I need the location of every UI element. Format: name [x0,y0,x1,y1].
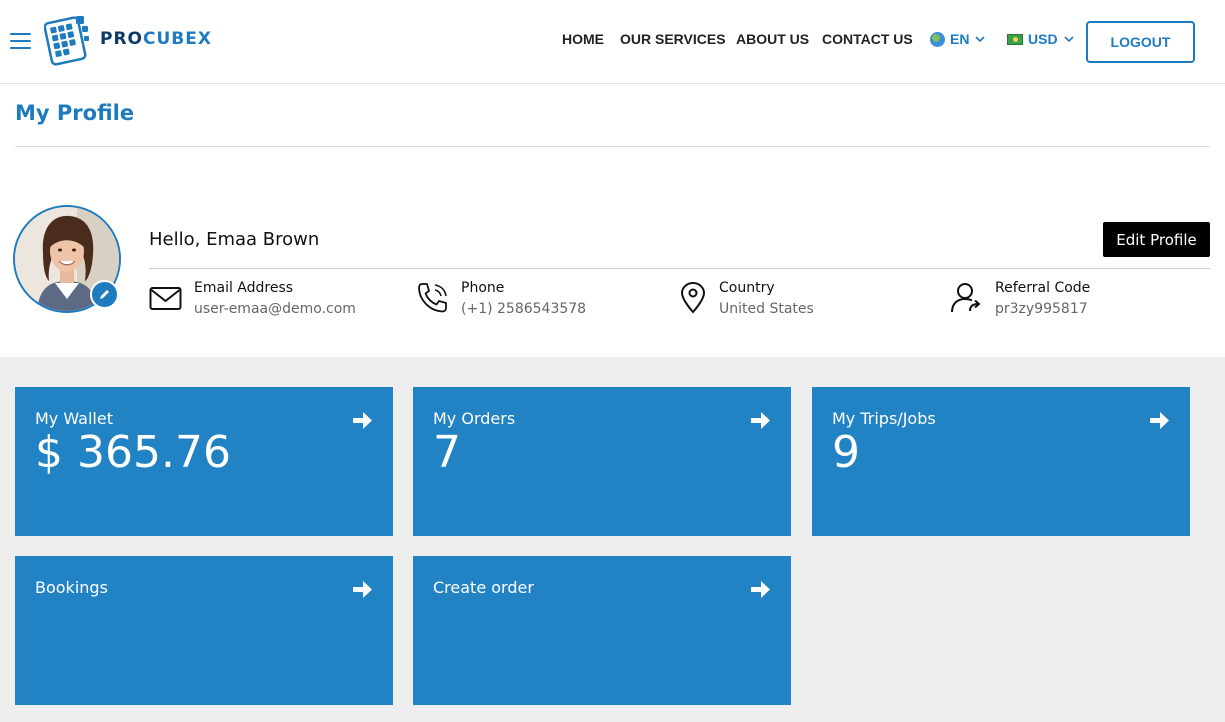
currency-selected: USD [1028,31,1058,47]
logo-cube-icon [44,16,89,66]
arrow-right-icon [751,412,770,429]
nav-about-link[interactable]: ABOUT US [736,31,809,47]
card-title: Create order [433,578,534,597]
profile-greeting: Hello, Emaa Brown [149,229,320,250]
card-value: 7 [433,427,461,478]
arrow-right-icon [353,581,372,598]
nav-home-link[interactable]: HOME [562,31,604,47]
arrow-right-icon [751,581,770,598]
email-value: user-emaa@demo.com [194,301,356,317]
card-title: My Trips/Jobs [832,409,936,428]
currency-dropdown[interactable]: USD [1007,31,1075,47]
title-divider [15,146,1210,147]
card-title: My Wallet [35,409,113,428]
envelope-icon [149,287,182,310]
globe-icon [930,31,945,47]
referral-value: pr3zy995817 [995,301,1088,317]
top-navbar: PROCUBEX HOME OUR SERVICES ABOUT US CONT… [0,0,1225,84]
logo-cubex-text: CUBEX [143,29,212,49]
profile-divider [149,268,1210,269]
logo-wordmark: PROCUBEX [100,29,212,49]
orders-card[interactable]: My Orders 7 [413,387,791,536]
banknote-icon [1007,33,1023,45]
wallet-card[interactable]: My Wallet $ 365.76 [15,387,393,536]
avatar-edit-button[interactable] [90,280,119,309]
card-value: 9 [832,427,860,478]
logo-pro-text: PRO [100,29,144,49]
card-title: My Orders [433,409,516,428]
arrow-right-icon [353,412,372,429]
chevron-down-icon [1063,36,1074,43]
trips-jobs-card[interactable]: My Trips/Jobs 9 [812,387,1190,536]
map-pin-icon [680,281,706,314]
logout-button[interactable]: LOGOUT [1086,21,1195,63]
dashboard-area: My Wallet $ 365.76 My Orders 7 My Trips/… [0,357,1225,722]
country-label: Country [719,280,775,296]
chevron-down-icon [975,36,986,43]
country-value: United States [719,301,814,317]
referral-label: Referral Code [995,280,1091,296]
arrow-right-icon [1150,412,1169,429]
language-selected: EN [950,31,970,47]
hamburger-menu-icon[interactable] [10,32,31,50]
page-title: My Profile [15,101,135,125]
user-share-icon [951,283,981,313]
create-order-card[interactable]: Create order [413,556,791,705]
edit-profile-button[interactable]: Edit Profile [1103,222,1210,257]
pencil-icon [100,290,109,299]
language-dropdown[interactable]: EN [930,31,986,47]
nav-services-link[interactable]: OUR SERVICES [620,31,726,47]
phone-icon [418,283,447,313]
phone-label: Phone [461,280,505,296]
phone-value: (+1) 2586543578 [461,301,587,317]
card-value: $ 365.76 [35,427,231,478]
nav-contact-link[interactable]: CONTACT US [822,31,913,47]
card-title: Bookings [35,578,108,597]
bookings-card[interactable]: Bookings [15,556,393,705]
email-label: Email Address [194,280,294,296]
procubex-logo[interactable]: PROCUBEX [44,14,219,66]
